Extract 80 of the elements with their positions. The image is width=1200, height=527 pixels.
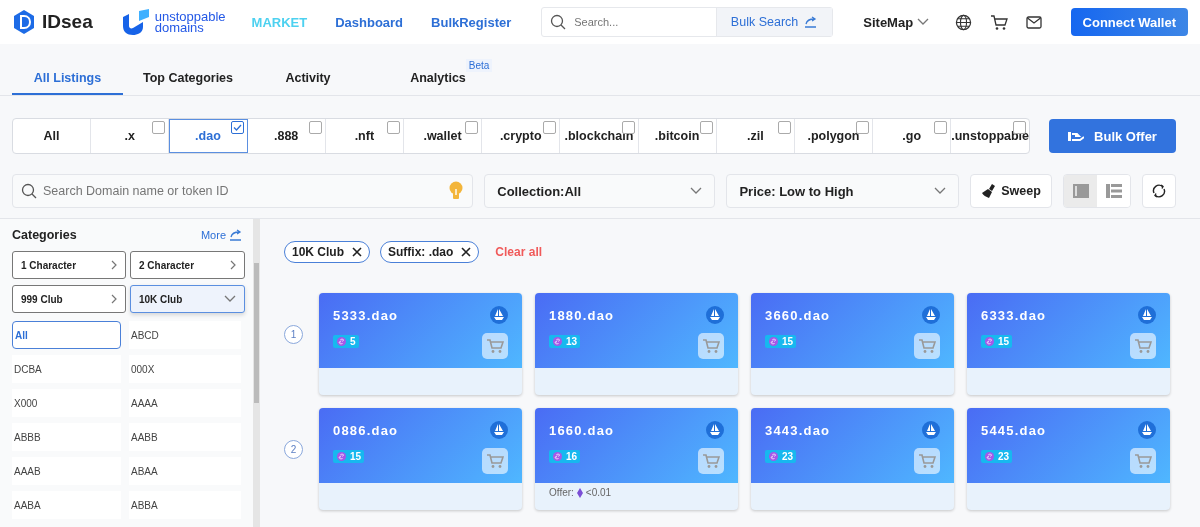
- category-item[interactable]: AAAA: [129, 389, 241, 417]
- domain-name: 5445.dao: [981, 423, 1047, 438]
- domain-card[interactable]: 1660.dao 16 Offer: <0.01: [535, 408, 738, 510]
- suffix-filter[interactable]: .dao: [169, 119, 248, 153]
- bulk-search-button[interactable]: Bulk Search: [715, 8, 833, 36]
- connect-wallet-button[interactable]: Connect Wallet: [1070, 8, 1188, 36]
- tab[interactable]: All Listings: [12, 71, 123, 95]
- category-item[interactable]: ABBA: [129, 491, 241, 519]
- category-item[interactable]: AAAB: [12, 457, 121, 485]
- suffix-filter[interactable]: .polygon: [794, 119, 874, 153]
- suffix-filter[interactable]: .unstoppable: [951, 119, 1030, 153]
- domain-card[interactable]: 3660.dao 15: [751, 293, 954, 395]
- suffix-filter[interactable]: .nft: [325, 119, 404, 153]
- brand-name: IDsea: [42, 11, 93, 33]
- category-item[interactable]: DCBA: [12, 355, 121, 383]
- domain-search-field[interactable]: Search Domain name or token ID: [12, 174, 474, 208]
- suffix-filter[interactable]: .zil: [716, 119, 795, 153]
- domain-name: 3660.dao: [765, 308, 831, 323]
- category-item[interactable]: AABB: [129, 423, 241, 451]
- domain-name: 6333.dao: [981, 308, 1047, 323]
- offer-price: <0.01: [585, 487, 612, 498]
- beta-badge: Beta: [465, 59, 493, 72]
- category-item[interactable]: ABBB: [12, 423, 121, 451]
- link-count: 15: [333, 450, 365, 463]
- suffix-filter[interactable]: .x: [91, 119, 170, 153]
- domain-name: 5333.dao: [333, 308, 399, 323]
- search-field[interactable]: Search... Bulk Search: [541, 7, 834, 37]
- category-item[interactable]: X000: [12, 389, 121, 417]
- domain-name: 3443.dao: [765, 423, 831, 438]
- offer-label: Offer:: [549, 487, 574, 498]
- tab[interactable]: Activity: [253, 71, 363, 95]
- link-count: 16: [549, 450, 581, 463]
- category-item[interactable]: ABAA: [129, 457, 241, 485]
- domain-card[interactable]: 5445.dao 23: [967, 408, 1170, 510]
- category-button[interactable]: 1 Character: [12, 251, 126, 279]
- category-button[interactable]: 10K Club: [130, 285, 245, 313]
- link-count: 15: [765, 335, 797, 348]
- category-item[interactable]: AABA: [12, 491, 121, 519]
- sweep-button[interactable]: Sweep: [969, 174, 1053, 208]
- collection-dropdown[interactable]: Collection:All: [484, 174, 716, 208]
- filter-chip[interactable]: Suffix: .dao: [380, 241, 480, 263]
- row-number: 1: [284, 325, 303, 344]
- suffix-filter[interactable]: .wallet: [403, 119, 483, 153]
- domain-name: 1660.dao: [549, 423, 615, 438]
- category-item[interactable]: ABCD: [129, 321, 241, 349]
- partner-name: unstoppable domains: [154, 11, 226, 33]
- tab[interactable]: Analytics: [410, 71, 466, 95]
- nav-link[interactable]: BulkRegister: [431, 14, 512, 30]
- row-number: 2: [284, 440, 303, 459]
- sort-dropdown[interactable]: Price: Low to High: [726, 174, 959, 208]
- category-button[interactable]: 2 Character: [130, 251, 245, 279]
- domain-card[interactable]: 6333.dao 15: [967, 293, 1170, 395]
- suffix-filter[interactable]: .go: [873, 119, 952, 153]
- sitemap-menu[interactable]: SiteMap: [857, 13, 936, 31]
- domain-card[interactable]: 1880.dao 13: [535, 293, 738, 395]
- suffix-filter[interactable]: .bitcoin: [638, 119, 717, 153]
- domain-card[interactable]: 3443.dao 23: [751, 408, 954, 510]
- domain-search-input[interactable]: Search Domain name or token ID: [41, 183, 445, 199]
- link-count: 23: [981, 450, 1013, 463]
- category-button[interactable]: 999 Club: [12, 285, 126, 313]
- domain-name: 1880.dao: [549, 308, 615, 323]
- category-item[interactable]: All: [12, 321, 121, 349]
- nav-link[interactable]: Dashboard: [335, 14, 404, 30]
- domain-card[interactable]: 5333.dao 5: [319, 293, 522, 395]
- category-item[interactable]: 000X: [129, 355, 241, 383]
- suffix-filter[interactable]: All: [13, 119, 92, 153]
- more-link[interactable]: More: [200, 229, 243, 241]
- link-count: 23: [765, 450, 797, 463]
- suffix-filter[interactable]: .crypto: [482, 119, 561, 153]
- categories-heading: Categories: [12, 228, 77, 242]
- link-count: 13: [549, 335, 581, 348]
- link-count: 5: [333, 335, 359, 348]
- domain-card[interactable]: 0886.dao 15: [319, 408, 522, 510]
- filter-chip[interactable]: 10K Club: [284, 241, 370, 263]
- domain-name: 0886.dao: [333, 423, 399, 438]
- link-count: 15: [981, 335, 1013, 348]
- tab[interactable]: Top Categories: [123, 71, 253, 95]
- suffix-filter[interactable]: .blockchain: [560, 119, 639, 153]
- suffix-filter[interactable]: .888: [247, 119, 326, 153]
- bulk-offer-button[interactable]: Bulk Offer: [1049, 119, 1176, 153]
